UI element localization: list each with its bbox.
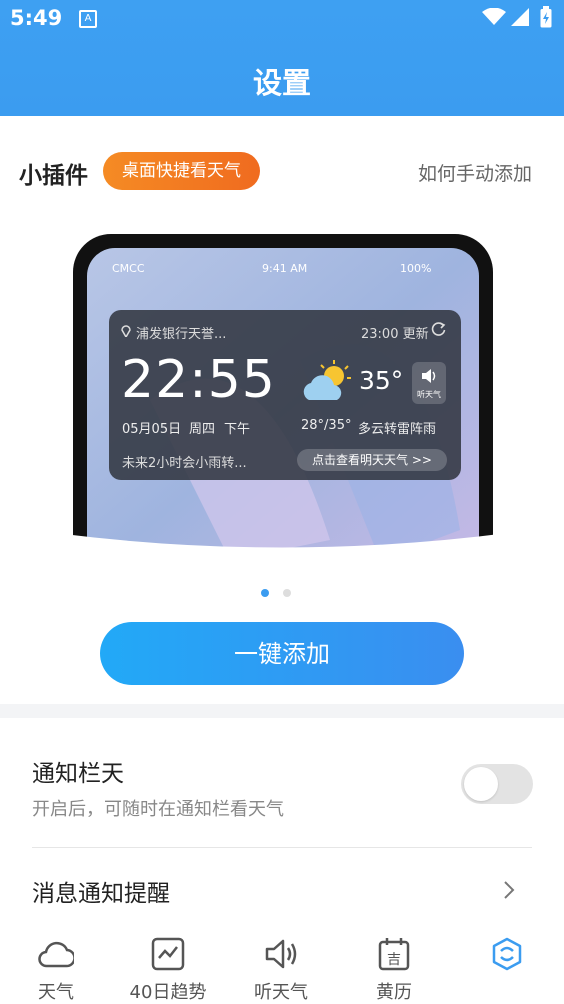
speaker-small-icon [422, 369, 436, 383]
calendar-icon: 吉 [378, 938, 410, 971]
widget-range: 28°/35° [301, 418, 352, 433]
chevron-right-icon[interactable] [500, 877, 518, 903]
tab-label: 天气 [38, 982, 74, 1003]
tab-weather[interactable]: 天气 [1, 930, 111, 1004]
cloud-sun-icon [303, 360, 351, 400]
tab-almanac[interactable]: 吉 黄历 [339, 930, 449, 1004]
widget-section-title: 小插件 [19, 163, 88, 189]
pager-dot-active [261, 589, 269, 597]
one-click-add-button[interactable]: 一键添加 [100, 622, 464, 685]
message-reminder-title[interactable]: 消息通知提醒 [32, 874, 170, 908]
widget-period: 下午 [224, 422, 251, 437]
phone-carrier: CMCC [112, 262, 145, 275]
tab-listen-weather[interactable]: 听天气 [226, 930, 336, 1004]
listen-weather-label: 听天气 [417, 390, 441, 399]
notification-a-icon: A [79, 10, 97, 28]
phone-time: 9:41 AM [262, 262, 308, 275]
page-title: 设置 [252, 66, 311, 100]
speaker-icon [265, 939, 297, 969]
tab-label: 40日趋势 [129, 982, 207, 1003]
toggle-knob [464, 767, 498, 801]
row-divider [32, 847, 532, 848]
notify-bar-toggle[interactable] [461, 764, 533, 804]
pager-dot [283, 589, 291, 597]
bottom-tab-bar: 天气 40日趋势 听天气 吉 黄历 [0, 930, 564, 1004]
listen-weather-button: 听天气 [412, 362, 446, 404]
status-time: 5:49 [10, 6, 63, 30]
cloud-icon [38, 941, 74, 968]
svg-text:吉: 吉 [387, 952, 401, 968]
how-to-add-link[interactable]: 如何手动添加 [418, 159, 532, 186]
widget-time: 22:55 [121, 350, 276, 410]
phone-battery: 100% [400, 262, 432, 275]
widget-tag-badge: 桌面快捷看天气 [103, 152, 260, 190]
location-icon [121, 325, 131, 337]
tab-label: 听天气 [254, 982, 308, 1003]
tab-label: 黄历 [376, 982, 412, 1003]
wifi-icon [482, 8, 506, 25]
tab-settings[interactable] [452, 930, 562, 1004]
tomorrow-weather-button: 点击查看明天天气 >> [297, 449, 447, 471]
signal-icon [511, 8, 529, 26]
widget-updated: 23:00 更新 [361, 327, 429, 342]
settings-tab-icon [492, 937, 522, 971]
trend-icon [151, 937, 185, 971]
widget-location: 浦发银行天誉... [136, 327, 227, 342]
refresh-icon [431, 322, 446, 336]
tab-40day-trend[interactable]: 40日趋势 [113, 930, 223, 1004]
section-divider [0, 704, 564, 718]
notify-bar-weather-subtitle: 开启后，可随时在通知栏看天气 [32, 799, 284, 820]
widget-rain-tip: 未来2小时会小雨转... [122, 456, 247, 471]
widget-date: 05月05日 [122, 422, 182, 437]
widget-desc: 多云转雷阵雨 [358, 422, 437, 437]
notify-bar-weather-title: 通知栏天 [32, 761, 124, 787]
widget-temp: 35° [359, 366, 404, 395]
widget-weekday: 周四 [189, 422, 216, 437]
battery-icon [540, 6, 552, 28]
